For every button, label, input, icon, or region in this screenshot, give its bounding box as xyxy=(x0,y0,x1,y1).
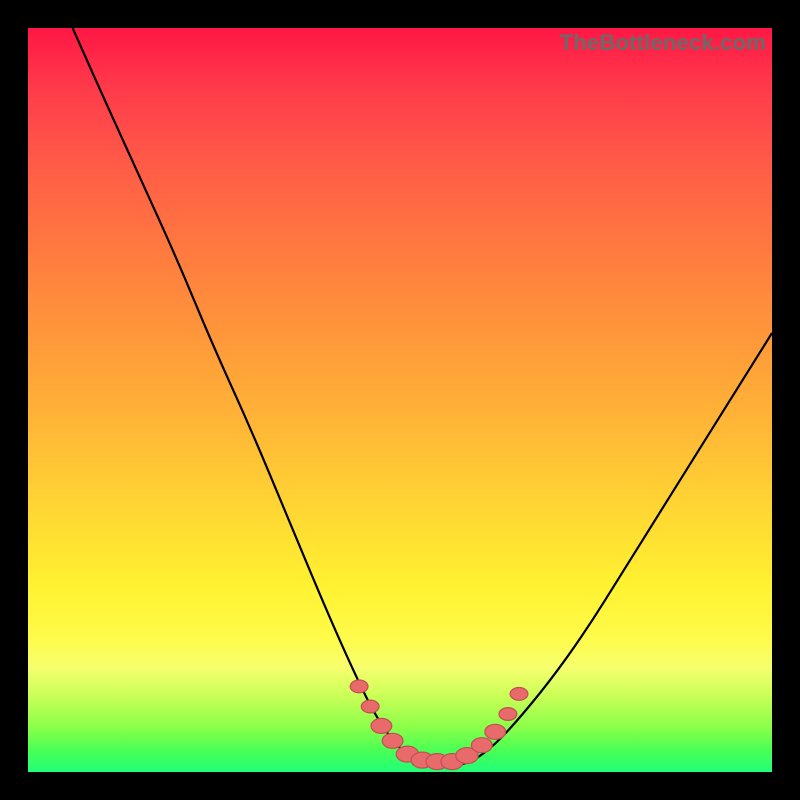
chart-frame: TheBottleneck.com xyxy=(0,0,800,800)
curve-marker xyxy=(382,733,403,748)
curve-marker xyxy=(485,724,506,739)
curve-markers xyxy=(350,680,528,770)
curve-marker xyxy=(510,688,528,701)
chart-plot-area: TheBottleneck.com xyxy=(28,28,772,772)
chart-svg xyxy=(28,28,772,772)
curve-marker xyxy=(371,718,392,733)
bottleneck-curve xyxy=(73,28,772,765)
curve-marker xyxy=(350,680,368,693)
curve-marker xyxy=(471,738,492,753)
curve-marker xyxy=(499,708,517,721)
curve-marker xyxy=(361,700,379,713)
